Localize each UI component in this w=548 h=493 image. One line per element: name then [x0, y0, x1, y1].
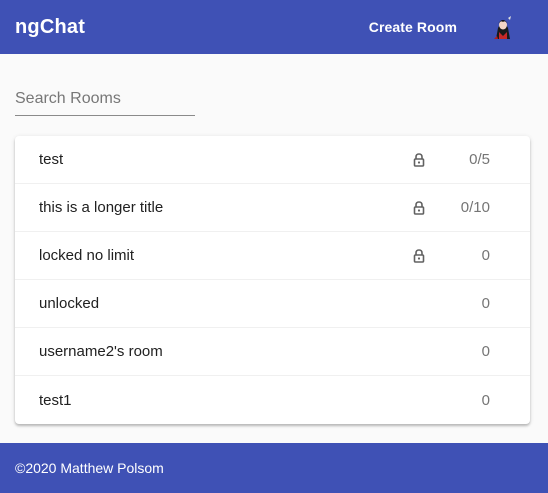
room-list-item[interactable]: username2's room 0 [15, 328, 530, 376]
room-occupancy: 0 [481, 295, 490, 312]
room-list-item[interactable]: this is a longer title 0/10 [15, 184, 530, 232]
lock-icon [412, 152, 426, 168]
create-room-button[interactable]: Create Room [369, 19, 457, 35]
top-toolbar: ngChat Create Room [0, 0, 548, 54]
room-occupancy: 0/5 [469, 151, 490, 168]
room-name: username2's room [39, 343, 163, 360]
room-list-item[interactable]: unlocked 0 [15, 280, 530, 328]
room-list-item[interactable]: test 0/5 [15, 136, 530, 184]
room-name: locked no limit [39, 247, 135, 264]
user-avatar-icon[interactable] [490, 14, 516, 40]
room-name: test [39, 151, 64, 168]
room-name: unlocked [39, 295, 100, 312]
room-list: test 0/5 this is a longer title 0/10 locked … [15, 136, 530, 424]
lock-icon [412, 248, 426, 264]
lock-icon [412, 200, 426, 216]
room-occupancy: 0 [481, 343, 490, 360]
search-field [15, 88, 195, 116]
room-list-item[interactable]: locked no limit 0 [15, 232, 530, 280]
search-input[interactable] [15, 88, 195, 116]
room-list-item[interactable]: test1 0 [15, 376, 530, 424]
copyright-text: ©2020 Matthew Polsom [15, 460, 164, 476]
room-name: this is a longer title [39, 199, 164, 216]
room-name: test1 [39, 391, 72, 409]
room-occupancy: 0 [481, 391, 490, 409]
room-occupancy: 0/10 [460, 199, 490, 216]
footer: ©2020 Matthew Polsom [0, 443, 548, 493]
app-title[interactable]: ngChat [15, 16, 85, 39]
room-occupancy: 0 [481, 247, 490, 264]
